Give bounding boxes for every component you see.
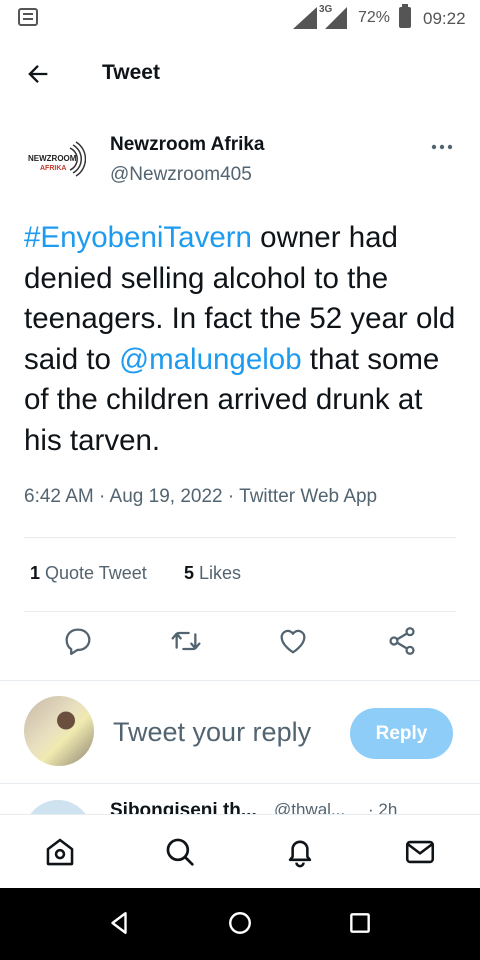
svg-text:NEWZROOM: NEWZROOM [28, 154, 77, 163]
like-heart-icon[interactable] [277, 625, 309, 657]
quote-count: 1 [30, 563, 41, 583]
reply-input[interactable]: Tweet your reply [113, 717, 311, 748]
search-icon[interactable] [163, 835, 197, 869]
author-name[interactable]: Newzroom Afrika [110, 134, 265, 156]
quote-label: Quote Tweet [40, 563, 147, 583]
divider [24, 611, 456, 612]
battery-icon [399, 4, 411, 28]
system-recents-icon[interactable] [347, 910, 373, 936]
user-avatar[interactable] [24, 696, 94, 766]
reply-time: · 2h [368, 800, 398, 814]
system-home-icon[interactable] [227, 910, 253, 936]
notification-icon [18, 8, 38, 26]
battery-percent: 72% [358, 9, 391, 26]
like-count: 5 [184, 563, 195, 583]
notifications-bell-icon[interactable] [283, 835, 317, 869]
reply-item[interactable]: Sibongiseni th... @thwal... · 2h [0, 784, 480, 814]
page-title: Tweet [102, 61, 160, 84]
reply-icon[interactable] [62, 625, 94, 657]
author-handle[interactable]: @Newzroom405 [110, 164, 252, 186]
likes-label: Likes [194, 563, 242, 583]
home-icon[interactable] [43, 835, 77, 869]
mention-link[interactable]: @malungelob [119, 343, 301, 376]
status-bar: 3G 72% 09:22 [0, 0, 480, 36]
messages-mail-icon[interactable] [403, 835, 437, 869]
reply-author-handle: @thwal... [274, 800, 346, 814]
svg-text:AFRIKA: AFRIKA [40, 165, 66, 172]
clock: 09:22 [423, 9, 466, 28]
likes-stat[interactable]: 5 Likes [184, 563, 241, 584]
system-back-icon[interactable] [106, 910, 132, 936]
tweet-actions [0, 625, 480, 665]
divider [0, 680, 480, 681]
quote-tweet-stat[interactable]: 1 Quote Tweet [30, 563, 147, 584]
tweet-timestamp: 6:42 AM · Aug 19, 2022 · Twitter Web App [24, 486, 378, 507]
bottom-navigation [0, 814, 480, 888]
hashtag-link[interactable]: #EnyobeniTavern [24, 221, 252, 254]
divider [24, 537, 456, 538]
reply-author-name[interactable]: Sibongiseni th... [110, 800, 257, 814]
share-icon[interactable] [386, 625, 418, 657]
wifi-signal-icon [293, 7, 317, 29]
newzroom-afrika-logo[interactable]: NEWZROOM AFRIKA [26, 138, 86, 180]
more-options-icon[interactable] [430, 142, 454, 152]
reply-button[interactable]: Reply [350, 708, 453, 759]
system-navigation-bar [0, 888, 480, 960]
avatar[interactable] [24, 800, 92, 814]
top-app-bar: Tweet [0, 48, 480, 100]
tweet-text: #EnyobeniTavern owner had denied selling… [24, 218, 464, 461]
back-arrow-icon[interactable] [24, 60, 52, 88]
retweet-icon[interactable] [170, 625, 202, 657]
cell-signal-icon [325, 7, 347, 29]
